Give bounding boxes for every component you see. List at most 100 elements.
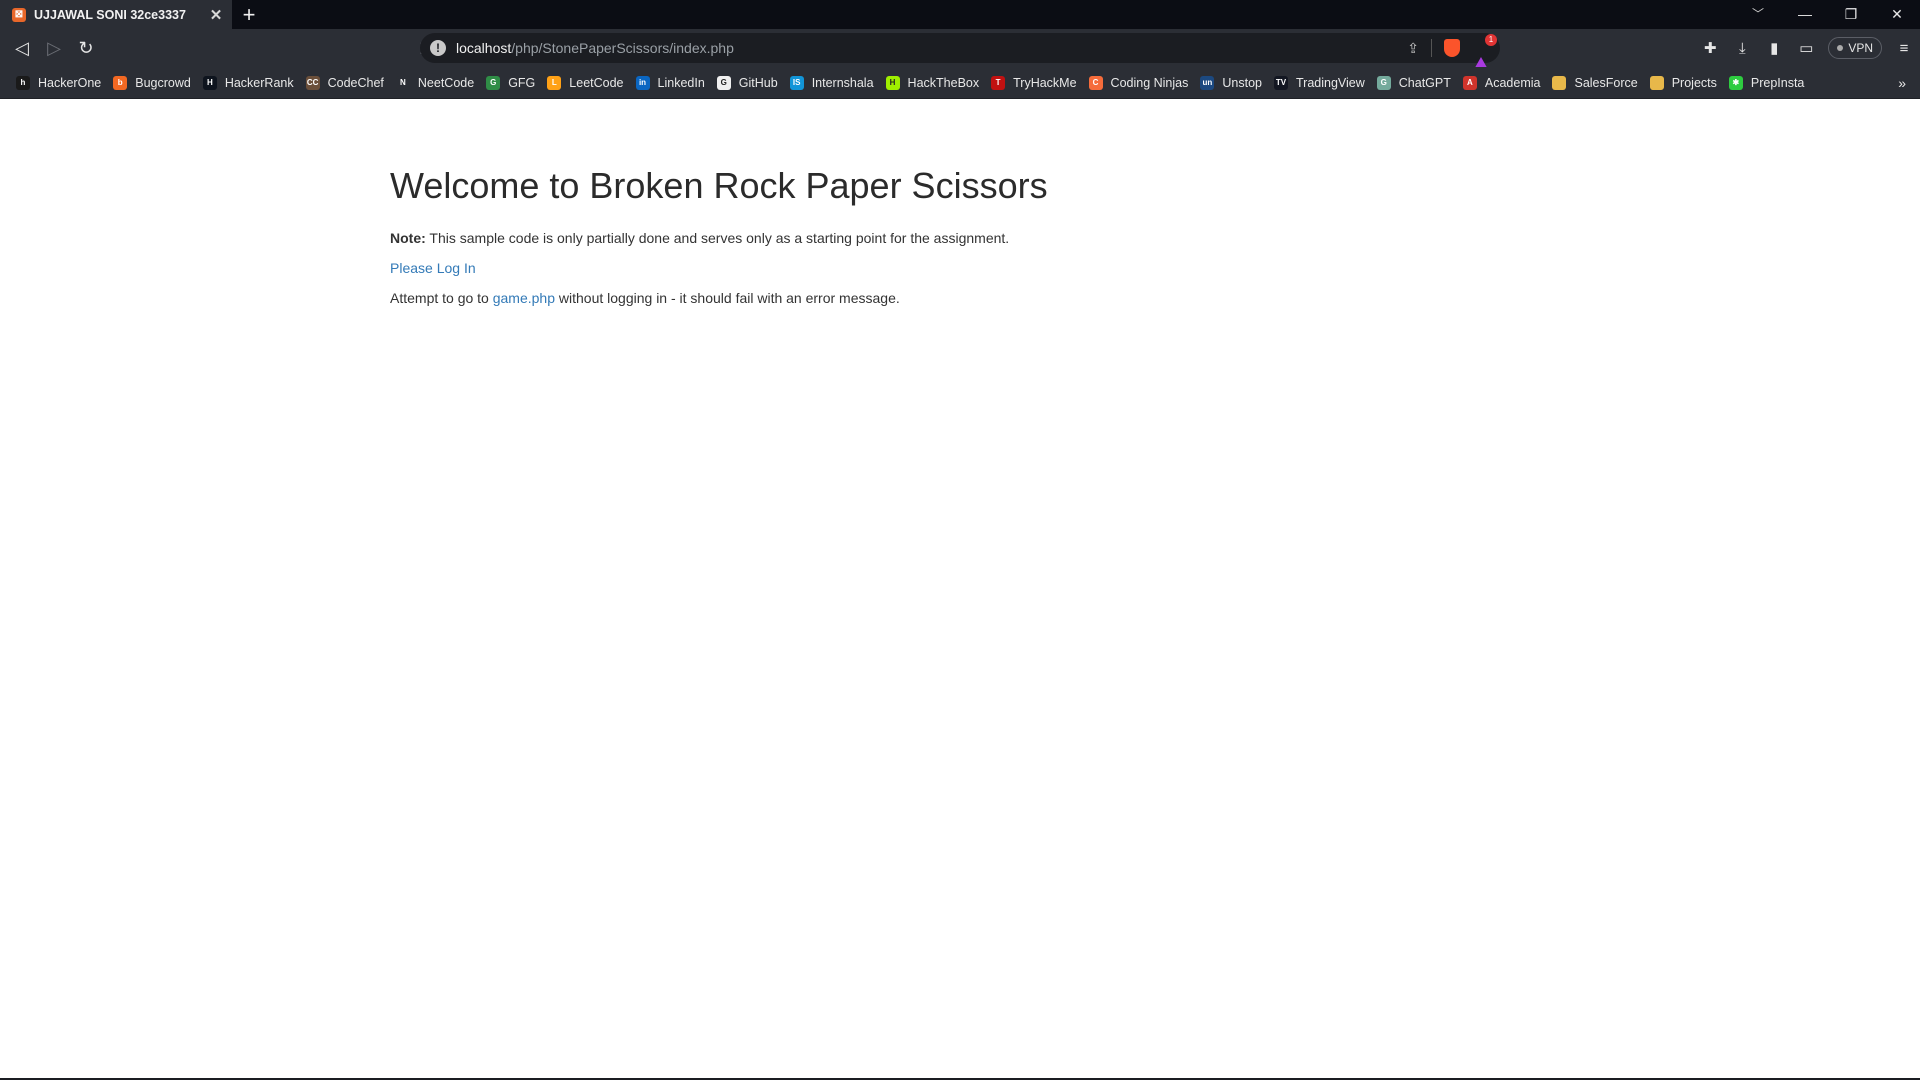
restore-icon[interactable]: ❐ [1828,0,1874,29]
linkedin-icon: in [635,75,650,90]
bookmark-bugcrowd[interactable]: b Bugcrowd [107,71,197,95]
bookmark-coding-ninjas[interactable]: C Coding Ninjas [1083,71,1195,95]
unstop-icon: un [1200,75,1215,90]
bookmark-unstop[interactable]: un Unstop [1194,71,1268,95]
vpn-label: VPN [1848,41,1873,55]
bookmark-salesforce[interactable]: SalesForce [1546,71,1643,95]
address-bar-actions: ⇪ 1 [1407,33,1497,73]
window-close-icon[interactable]: ✕ [1874,0,1920,29]
bookmark-leetcode[interactable]: L LeetCode [541,71,629,95]
bookmark-label: Bugcrowd [135,75,191,90]
bookmark-label: CodeChef [327,75,384,90]
bookmark-label: HackerOne [38,75,102,90]
bookmark-label: Projects [1671,75,1717,90]
internshala-icon: IS [789,75,804,90]
bookmark-label: GitHub [738,75,778,90]
menu-icon[interactable]: ≡ [1888,40,1920,57]
vpn-status-dot [1837,45,1844,51]
bookmark-github[interactable]: G GitHub [711,71,784,95]
salesforce-icon [1552,75,1567,90]
login-paragraph: Please Log In [390,258,1530,278]
tab-strip: ⊠ UJJAWAL SONI 32ce3337 ✕ + [0,0,1920,29]
downloads-icon[interactable]: ⤓ [1726,40,1758,57]
bookmark-label: HackTheBox [907,75,980,90]
note-text: This sample code is only partially done … [425,230,1010,246]
rewards-badge: 1 [1485,34,1497,46]
tab-search-chevron-icon[interactable]: ﹀ [1740,0,1776,29]
github-icon: G [716,75,731,90]
bookmark-hackthebox[interactable]: H HackTheBox [880,71,986,95]
page-viewport: Welcome to Broken Rock Paper Scissors No… [0,99,1920,1080]
hackerrank-icon: H [202,75,217,90]
active-tab[interactable]: ⊠ UJJAWAL SONI 32ce3337 ✕ [0,0,232,29]
chatgpt-icon: G [1376,75,1391,90]
minimize-icon[interactable]: — [1782,0,1828,29]
bookmark-neetcode[interactable]: N NeetCode [390,71,480,95]
toolbar-right: ✚ ⤓ ▮ ▭ VPN ≡ [1694,29,1920,67]
extensions-icon[interactable]: ✚ [1694,39,1726,57]
attempt-prefix: Attempt to go to [390,290,493,306]
forward-icon[interactable]: ▷ [38,32,70,64]
game-link[interactable]: game.php [493,290,555,306]
bookmark-label: Unstop [1222,75,1262,90]
bookmark-label: NeetCode [417,75,475,90]
codechef-icon: CC [305,75,320,90]
attempt-paragraph: Attempt to go to game.php without loggin… [390,288,1530,308]
gfg-icon: G [486,75,501,90]
back-icon[interactable]: ◁ [6,32,38,64]
login-link[interactable]: Please Log In [390,260,476,276]
bookmark-academia[interactable]: A Academia [1457,71,1547,95]
bookmark-codechef[interactable]: CC CodeChef [300,71,390,95]
bookmark-label: Internshala [811,75,874,90]
url-host: localhost [456,40,512,56]
tradingview-icon: TV [1273,75,1288,90]
bookmark-linkedin[interactable]: in LinkedIn [630,71,711,95]
coding-ninjas-icon: C [1088,75,1103,90]
bookmark-hackerone[interactable]: h HackerOne [10,71,107,95]
attempt-suffix: without logging in - it should fail with… [555,290,900,306]
hackthebox-icon: H [885,75,900,90]
bookmark-label: ChatGPT [1398,75,1451,90]
bookmark-label: TradingView [1295,75,1365,90]
bookmark-projects[interactable]: Projects [1644,71,1723,95]
academia-icon: A [1462,75,1477,90]
bookmark-tryhackme[interactable]: T TryHackMe [985,71,1082,95]
bookmark-prepinsta[interactable]: ✱ PrepInsta [1723,71,1811,95]
leetcode-icon: L [547,75,562,90]
bookmark-label: TryHackMe [1013,75,1077,90]
neetcode-icon: N [395,75,410,90]
browser-toolbar: ◁ ▷ ↻ ⊓ ! localhost/php/StonePaperScisso… [0,29,1920,73]
url-text[interactable]: localhost/php/StonePaperScissors/index.p… [456,40,734,56]
page-title: Welcome to Broken Rock Paper Scissors [390,165,1048,206]
content-container: Welcome to Broken Rock Paper Scissors No… [390,164,1530,308]
bookmark-gfg[interactable]: G GFG [480,71,541,95]
brave-rewards-icon[interactable]: 1 [1472,34,1497,73]
vpn-button[interactable]: VPN [1828,37,1882,59]
sidebar-icon[interactable]: ▮ [1758,39,1790,57]
share-icon[interactable]: ⇪ [1407,40,1419,57]
wallet-icon[interactable]: ▭ [1790,39,1822,57]
bookmark-chatgpt[interactable]: G ChatGPT [1371,71,1457,95]
divider [1431,39,1432,57]
brave-shields-icon[interactable] [1444,39,1460,57]
tab-title: UJJAWAL SONI 32ce3337 [34,7,186,22]
reload-icon[interactable]: ↻ [70,32,102,64]
bookmark-internshala[interactable]: IS Internshala [784,71,880,95]
more-bookmarks-icon[interactable]: » [1898,67,1906,99]
prepinsta-icon: ✱ [1728,75,1743,90]
new-tab-button[interactable]: + [232,0,266,29]
bookmark-label: HackerRank [224,75,294,90]
xampp-favicon-icon: ⊠ [12,7,26,22]
hackerone-icon: h [16,75,30,90]
bookmarks-bar: h HackerOne b Bugcrowd H HackerRank CC CodeChef… [0,67,1920,99]
bookmark-hackerrank[interactable]: H HackerRank [197,71,300,95]
bookmark-label: LeetCode [569,75,624,90]
bookmark-label: PrepInsta [1750,75,1805,90]
bookmark-label: GFG [508,75,536,90]
tab-close-icon[interactable]: ✕ [208,6,224,24]
bookmark-tradingview[interactable]: TV TradingView [1268,71,1371,95]
bookmark-label: LinkedIn [657,75,705,90]
note-paragraph: Note: This sample code is only partially… [390,228,1530,248]
address-bar[interactable]: ! localhost/php/StonePaperScissors/index… [420,33,1500,73]
site-info-icon[interactable]: ! [430,40,446,56]
